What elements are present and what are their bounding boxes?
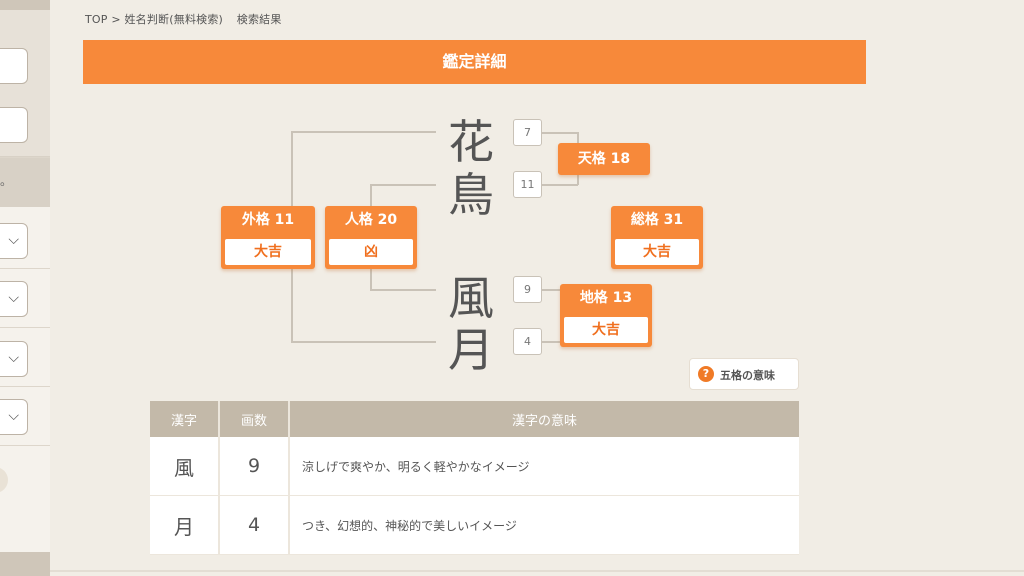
sidebar-divider <box>0 327 50 328</box>
sidebar-bottom-band <box>0 552 50 576</box>
page-title: 鑑定詳細 <box>83 40 866 84</box>
stroke-count-3: 9 <box>513 276 542 303</box>
row-meaning: 涼しげで爽やか、明るく軽やかなイメージ <box>288 437 799 496</box>
sidebar-divider <box>0 157 50 158</box>
chikaku-label: 地格 13 <box>579 290 633 306</box>
option-select-3[interactable]: ⌵ <box>0 341 28 377</box>
jinkaku-box: 人格 20 凶 <box>325 206 417 269</box>
sidebar-top-band <box>0 0 50 10</box>
row-strokes: 9 <box>218 437 289 496</box>
chevron-down-icon: ⌵ <box>8 290 19 306</box>
row-strokes: 4 <box>218 495 289 555</box>
row-kanji: 風 <box>150 437 219 496</box>
sidebar-cut-text: 。 <box>0 174 13 188</box>
soukaku-luck: 大吉 <box>615 239 699 265</box>
option-select-1[interactable]: ⌵ <box>0 223 28 259</box>
gokaku-meaning-label: 五格の意味 <box>720 369 775 382</box>
row-meaning: つき、幻想的、神秘的で美しいイメージ <box>288 495 799 555</box>
gokaku-meaning-button[interactable]: ? 五格の意味 <box>689 358 799 390</box>
option-select-4[interactable]: ⌵ <box>0 399 28 435</box>
name-kanji-4: 月 <box>448 323 494 377</box>
stroke-count-2: 11 <box>513 171 542 198</box>
row-kanji: 月 <box>150 495 219 555</box>
soukaku-label: 総格 31 <box>630 212 684 228</box>
chevron-down-icon: ⌵ <box>8 408 19 424</box>
gaikaku-box: 外格 11 大吉 <box>221 206 315 269</box>
surname-input[interactable] <box>0 48 28 84</box>
chevron-down-icon: ⌵ <box>8 350 19 366</box>
option-select-2[interactable]: ⌵ <box>0 281 28 317</box>
header-meaning: 漢字の意味 <box>288 401 799 437</box>
header-kanji: 漢字 <box>150 401 219 437</box>
tenkaku-label: 天格 18 <box>577 151 631 167</box>
breadcrumb-top-link[interactable]: TOP <box>85 13 108 26</box>
name-kanji-2: 鳥 <box>448 168 494 222</box>
question-icon: ? <box>698 366 714 382</box>
stroke-count-4: 4 <box>513 328 542 355</box>
breadcrumb: TOP > 姓名判断(無料検索) 検索結果 <box>85 11 282 27</box>
table-header-row: 漢字 画数 漢字の意味 <box>150 401 799 437</box>
stroke-count-1: 7 <box>513 119 542 146</box>
page-bottom-divider <box>50 570 1024 572</box>
gaikaku-luck: 大吉 <box>225 239 311 265</box>
gaikaku-label: 外格 11 <box>241 212 295 228</box>
jinkaku-label: 人格 20 <box>344 212 398 228</box>
chikaku-luck: 大吉 <box>564 317 648 343</box>
kanji-meaning-table: 漢字 画数 漢字の意味 風 9 涼しげで爽やか、明るく軽やかなイメージ 月 4 … <box>150 401 799 555</box>
header-strokes: 画数 <box>218 401 289 437</box>
breadcrumb-separator: > <box>111 13 121 26</box>
sidebar-divider <box>0 445 50 446</box>
given-name-input[interactable] <box>0 107 28 143</box>
breadcrumb-page-link[interactable]: 姓名判断(無料検索) <box>124 13 223 26</box>
chikaku-box: 地格 13 大吉 <box>560 284 652 347</box>
sidebar-divider <box>0 268 50 269</box>
table-row: 月 4 つき、幻想的、神秘的で美しいイメージ <box>150 495 799 555</box>
jinkaku-luck: 凶 <box>329 239 413 265</box>
breadcrumb-current: 検索結果 <box>236 13 282 26</box>
tenkaku-box: 天格 18 <box>558 143 650 175</box>
sidebar-divider <box>0 386 50 387</box>
table-row: 風 9 涼しげで爽やか、明るく軽やかなイメージ <box>150 437 799 496</box>
chevron-down-icon: ⌵ <box>8 232 19 248</box>
soukaku-box: 総格 31 大吉 <box>611 206 703 269</box>
